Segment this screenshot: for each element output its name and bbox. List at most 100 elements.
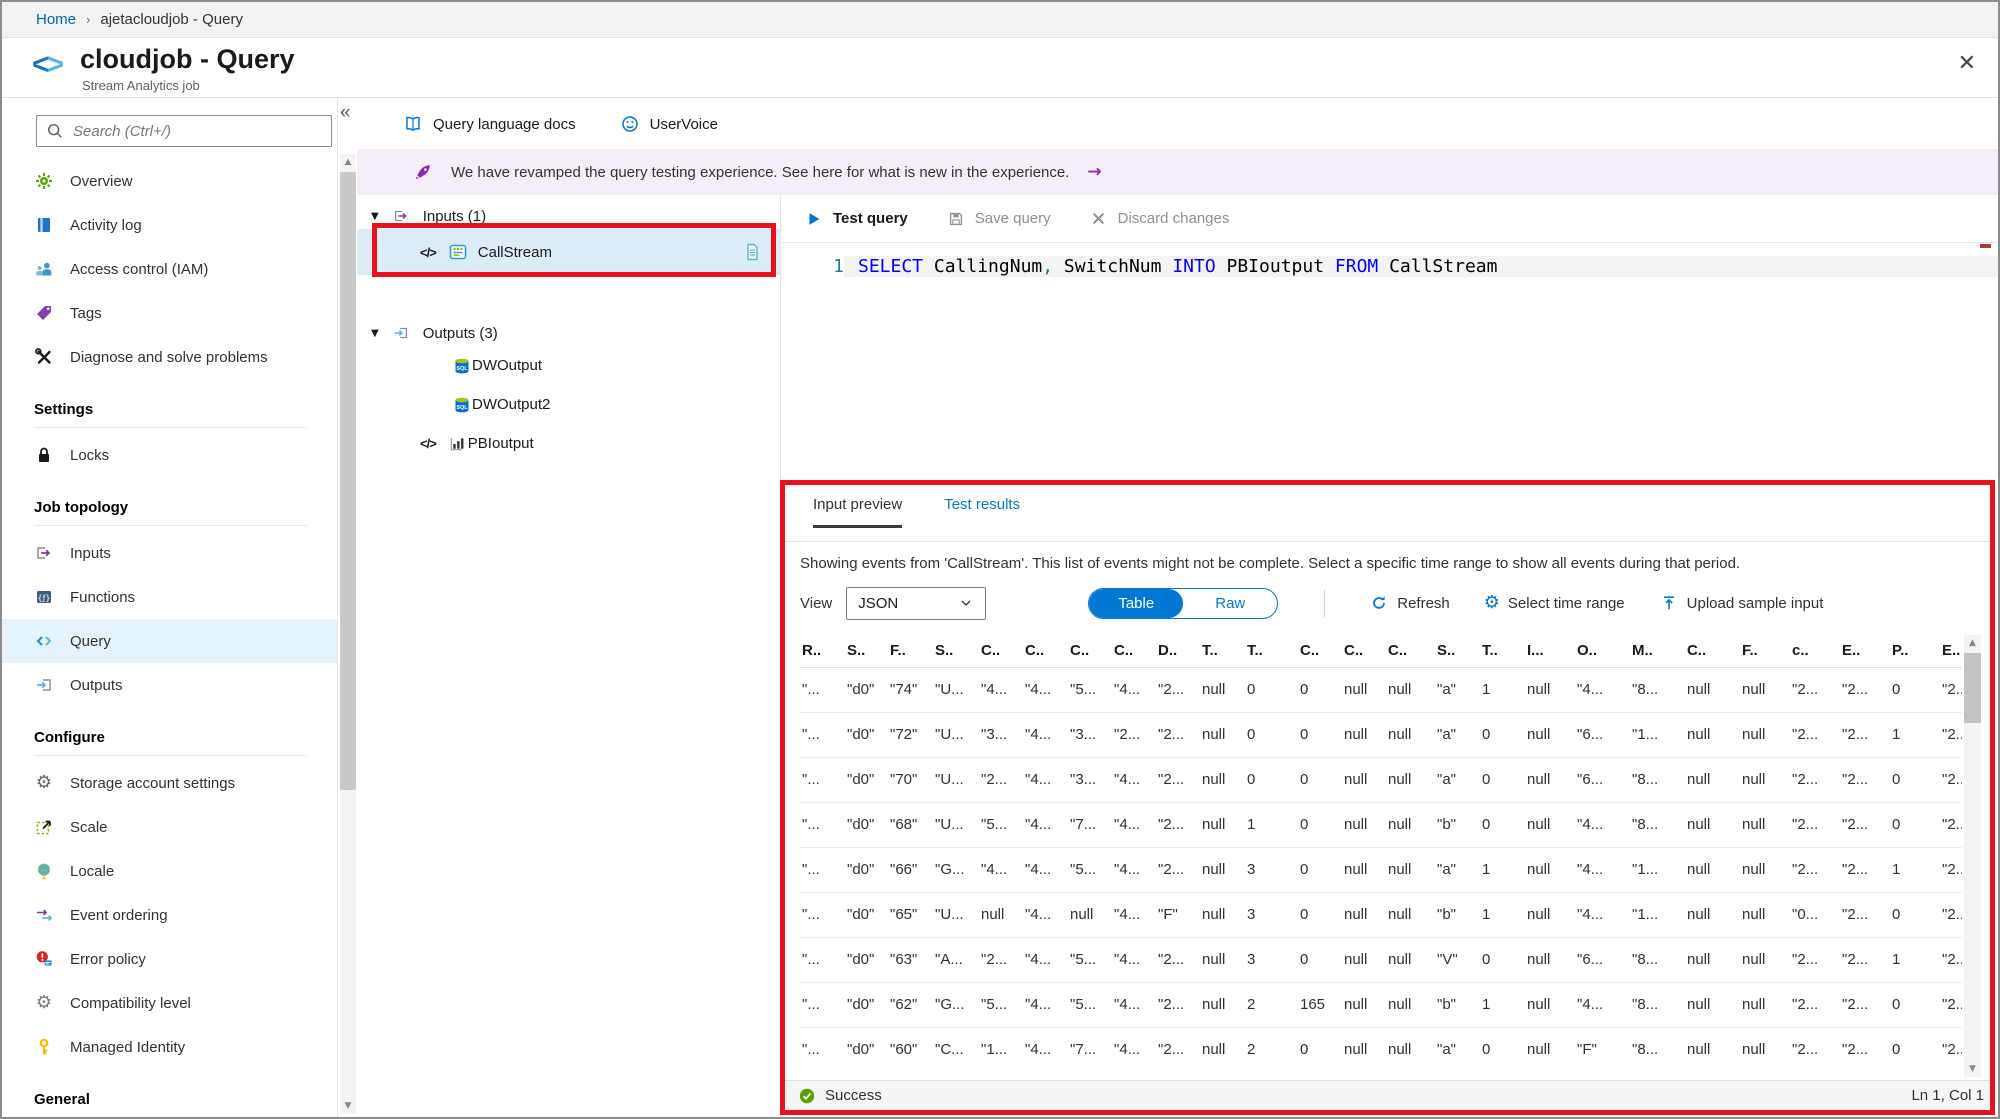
table-row: "... "d0" "68" "U... "5... "4... "7... "4... "2.… [800, 803, 1962, 848]
sidebar-item-access-control-iam[interactable]: Access control (IAM) [2, 247, 337, 291]
sidebar-item-overview[interactable]: Overview [2, 159, 337, 203]
chevron-down-icon[interactable]: ▼ [371, 211, 379, 222]
table-cell: 0 [1300, 906, 1309, 923]
collapse-sidebar-icon[interactable]: « [340, 102, 356, 124]
code-line-row[interactable]: 1 SELECT CallingNum, SwitchNum INTO PBIo… [782, 251, 1998, 281]
table-cell: "2... [1158, 1041, 1185, 1058]
view-format-select[interactable]: JSON [846, 586, 987, 620]
scroll-up-icon[interactable]: ▲ [340, 154, 356, 170]
toggle-raw-option[interactable]: Raw [1183, 589, 1277, 618]
sidebar-item-inputs[interactable]: Inputs [2, 531, 337, 575]
sidebar-item-tags[interactable]: Tags [2, 291, 337, 335]
sidebar-item-activity-log[interactable]: Activity log [2, 203, 337, 247]
sidebar-item-event-ordering[interactable]: Event ordering [2, 893, 337, 937]
table-cell: "b" [1437, 906, 1456, 923]
scrollbar-thumb[interactable] [1964, 653, 1981, 723]
refresh-button[interactable]: Refresh [1369, 593, 1450, 613]
inputs-group[interactable]: ▼ Inputs (1) [357, 203, 780, 229]
table-cell: null [1388, 996, 1412, 1013]
query-language-docs-button[interactable]: Query language docs [403, 114, 576, 134]
save-query-button[interactable]: Save query [946, 209, 1051, 229]
query-language-docs-label: Query language docs [433, 115, 576, 133]
table-cell: "d0" [847, 681, 875, 698]
table-cell: null [1202, 681, 1226, 698]
search-input[interactable] [73, 122, 323, 140]
table-raw-toggle[interactable]: Table Raw [1088, 587, 1279, 619]
sidebar-item-error-policy[interactable]: Error policy [2, 937, 337, 981]
sidebar-scrollbar[interactable]: ▲ ▼ [340, 154, 356, 1114]
document-icon[interactable] [742, 242, 762, 262]
table-cell: 3 [1247, 861, 1256, 878]
table-cell: "2... [1942, 951, 1962, 968]
tree-item-callstream[interactable]: </> CallStream [357, 229, 780, 275]
table-cell: "2... [1842, 951, 1869, 968]
query-text[interactable]: SELECT CallingNum, SwitchNum INTO PBIout… [844, 255, 1998, 277]
table-cell: "5... [1070, 996, 1097, 1013]
table-cell: null [1388, 681, 1412, 698]
table-cell: "5... [1070, 681, 1097, 698]
code-icon: </> [420, 436, 437, 451]
table-cell: "d0" [847, 951, 875, 968]
tree-item-dwoutput2[interactable]: SQL DWOutput2 [357, 385, 780, 424]
table-cell: "2... [1842, 996, 1869, 1013]
table-cell: "U... [935, 726, 964, 743]
announcement-banner[interactable]: We have revamped the query testing exper… [357, 149, 1998, 195]
sidebar-item-compatibility-level[interactable]: ⚙ Compatibility level [2, 981, 337, 1025]
table-cell: 1 [1247, 816, 1256, 833]
scale-icon [34, 817, 54, 837]
test-query-button[interactable]: Test query [804, 209, 908, 229]
sidebar-item-diagnose-and-solve-problems[interactable]: Diagnose and solve problems [2, 335, 337, 379]
table-cell: "d0" [847, 771, 875, 788]
tab-test-results[interactable]: Test results [944, 496, 1020, 528]
sidebar-item-functions[interactable]: {ƒ} Functions [2, 575, 337, 619]
sidebar-item-label: Query [70, 632, 111, 650]
tree-item-pbioutput[interactable]: </> PBIoutput [357, 424, 780, 463]
sidebar-item-locale[interactable]: Locale [2, 849, 337, 893]
tree-item-dwoutput[interactable]: SQL DWOutput [357, 346, 780, 385]
upload-sample-input-button[interactable]: Upload sample input [1659, 593, 1824, 613]
outputs-group[interactable]: ▼ Outputs (3) [357, 320, 780, 346]
sidebar-item-locks[interactable]: Locks [2, 433, 337, 477]
table-cell: null [1344, 771, 1368, 788]
sidebar-item-query[interactable]: Query [2, 619, 337, 663]
table-cell: "74" [890, 681, 918, 698]
sidebar-item-scale[interactable]: Scale [2, 805, 337, 849]
table-cell: 1 [1482, 996, 1491, 1013]
table-cell: null [1388, 816, 1412, 833]
table-cell: "2... [1158, 816, 1185, 833]
uservoice-button[interactable]: UserVoice [620, 114, 718, 134]
table-cell: null [1202, 861, 1226, 878]
close-icon[interactable]: ✕ [1958, 50, 1976, 76]
sidebar-item-outputs[interactable]: Outputs [2, 663, 337, 707]
table-cell: "2... [1792, 771, 1819, 788]
toggle-table-option[interactable]: Table [1089, 588, 1184, 618]
view-label: View [800, 594, 833, 612]
table-scrollbar[interactable]: ▲ ▼ [1964, 635, 1981, 1077]
table-cell: 0 [1482, 726, 1491, 743]
upload-sample-input-label: Upload sample input [1686, 594, 1824, 612]
arrow-right-icon[interactable]: → [1087, 162, 1101, 182]
sidebar-item-storage-account-settings[interactable]: ⚙ Storage account settings [2, 761, 337, 805]
scroll-down-icon[interactable]: ▼ [340, 1098, 356, 1114]
table-cell: "4... [1577, 816, 1604, 833]
table-cell: "4... [1114, 906, 1141, 923]
sidebar-item-label: Tags [70, 304, 102, 322]
scrollbar-thumb[interactable] [340, 172, 356, 790]
sidebar-item-managed-identity[interactable]: Managed Identity [2, 1025, 337, 1069]
breadcrumb-home-link[interactable]: Home [36, 11, 76, 28]
discard-changes-button[interactable]: Discard changes [1089, 209, 1229, 229]
select-time-range-button[interactable]: ⚙ Select time range [1484, 594, 1625, 612]
table-cell: 0 [1300, 771, 1309, 788]
scroll-up-icon[interactable]: ▲ [1964, 635, 1981, 651]
outputs-icon [34, 675, 54, 695]
scroll-down-icon[interactable]: ▼ [1964, 1061, 1981, 1077]
sidebar-item-label: Outputs [70, 676, 123, 694]
input-name: CallStream [477, 243, 552, 261]
table-cell: "8... [1632, 951, 1659, 968]
table-cell: "65" [890, 906, 918, 923]
chevron-down-icon[interactable]: ▼ [371, 328, 379, 339]
power-bi-icon [448, 434, 468, 454]
table-cell: "2... [1792, 951, 1819, 968]
tab-input-preview[interactable]: Input preview [813, 496, 903, 528]
smiley-icon [620, 114, 640, 134]
